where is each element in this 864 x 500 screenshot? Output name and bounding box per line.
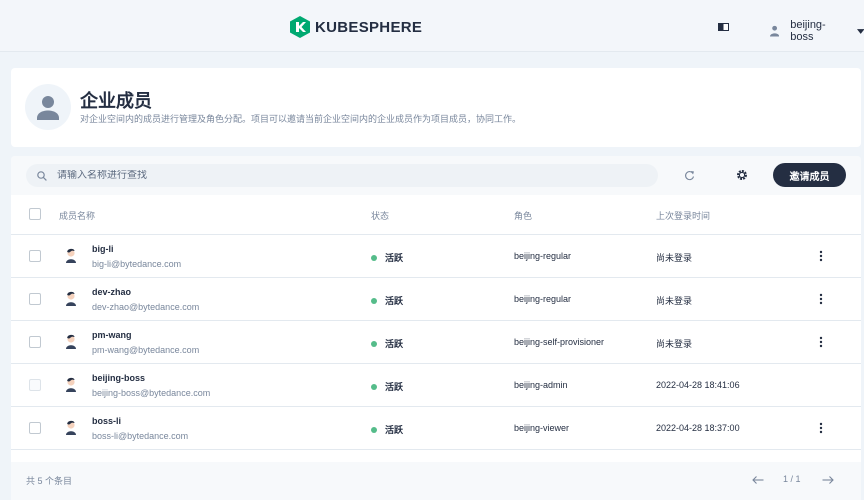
member-email: beijing-boss@bytedance.com — [92, 388, 211, 398]
member-name[interactable]: big-li — [92, 244, 114, 254]
table-toolbar: 邀请成员 — [11, 156, 861, 195]
member-name[interactable]: pm-wang — [92, 330, 132, 340]
refresh-icon[interactable] — [684, 170, 695, 181]
last-login-time: 尚未登录 — [656, 253, 693, 263]
row-checkbox[interactable] — [29, 250, 41, 262]
row-checkbox-disabled — [29, 379, 41, 391]
last-login-time: 2022-04-28 18:41:06 — [656, 380, 740, 390]
status-badge: 活跃 — [371, 294, 403, 307]
select-all-checkbox[interactable] — [29, 208, 41, 220]
page-indicator: 1 / 1 — [783, 474, 801, 484]
status-badge: 活跃 — [371, 380, 403, 393]
table-footer: 共 5 个条目 1 / 1 — [11, 462, 861, 500]
member-email: big-li@bytedance.com — [92, 259, 182, 269]
table-row: big-li big-li@bytedance.com 活跃 beijing-r… — [11, 235, 861, 278]
invite-member-button[interactable]: 邀请成员 — [773, 163, 846, 187]
row-checkbox[interactable] — [29, 336, 41, 348]
column-header-role[interactable]: 角色 — [514, 209, 532, 222]
kubesphere-logo[interactable]: KUBESPHERE — [290, 16, 422, 38]
search-box[interactable] — [26, 164, 658, 187]
status-text: 活跃 — [385, 425, 404, 435]
total-count: 共 5 个条目 — [26, 476, 73, 486]
status-dot-icon — [371, 340, 377, 347]
status-text: 活跃 — [385, 382, 404, 392]
last-login-time: 2022-04-28 18:37:00 — [656, 423, 740, 433]
row-checkbox[interactable] — [29, 293, 41, 305]
status-text: 活跃 — [385, 253, 404, 263]
user-avatar-icon — [66, 334, 76, 349]
member-email: pm-wang@bytedance.com — [92, 345, 200, 355]
top-navigation-bar: KUBESPHERE beijing-boss — [0, 0, 864, 52]
last-login-time: 尚未登录 — [656, 339, 693, 349]
table-row: beijing-boss beijing-boss@bytedance.com … — [11, 364, 861, 407]
status-dot-icon — [371, 254, 377, 261]
user-avatar-icon — [66, 291, 76, 306]
member-name[interactable]: beijing-boss — [92, 373, 145, 383]
member-email: boss-li@bytedance.com — [92, 431, 189, 441]
member-role: beijing-admin — [514, 380, 568, 390]
more-vertical-icon[interactable] — [817, 249, 825, 263]
member-role: beijing-self-provisioner — [514, 337, 605, 347]
table-row: boss-li boss-li@bytedance.com 活跃 beijing… — [11, 407, 861, 450]
arrow-right-icon[interactable] — [822, 475, 834, 485]
members-table-card: 邀请成员 成员名称 状态 角色 上次登录时间 big-li big-li@byt… — [11, 156, 861, 500]
member-name[interactable]: boss-li — [92, 416, 121, 426]
status-dot-icon — [371, 383, 377, 390]
member-name[interactable]: dev-zhao — [92, 287, 131, 297]
user-name: beijing-boss — [790, 19, 826, 43]
logo-text: KUBESPHERE — [315, 18, 423, 36]
last-login-time: 尚未登录 — [656, 296, 693, 306]
row-checkbox[interactable] — [29, 422, 41, 434]
column-header-status[interactable]: 状态 — [371, 209, 389, 222]
more-vertical-icon[interactable] — [817, 421, 825, 435]
user-menu[interactable]: beijing-boss — [770, 19, 864, 43]
documentation-icon[interactable] — [718, 23, 729, 31]
members-avatar-icon — [25, 84, 71, 130]
status-text: 活跃 — [385, 296, 404, 306]
search-input[interactable] — [57, 170, 617, 181]
arrow-left-icon[interactable] — [752, 475, 764, 485]
gear-icon[interactable] — [736, 169, 748, 181]
page-description: 对企业空间内的成员进行管理及角色分配。项目可以邀请当前企业空间内的企业成员作为项… — [80, 114, 522, 124]
member-email: dev-zhao@bytedance.com — [92, 302, 200, 312]
column-header-name[interactable]: 成员名称 — [59, 209, 95, 222]
status-dot-icon — [371, 426, 377, 433]
column-header-last-login[interactable]: 上次登录时间 — [656, 209, 710, 222]
page-title: 企业成员 — [80, 91, 152, 111]
status-dot-icon — [371, 297, 377, 304]
user-avatar-icon — [66, 248, 76, 263]
more-vertical-icon[interactable] — [817, 292, 825, 306]
table-row: pm-wang pm-wang@bytedance.com 活跃 beijing… — [11, 321, 861, 364]
member-role: beijing-regular — [514, 294, 572, 304]
chevron-down-icon — [856, 28, 864, 34]
user-avatar-icon — [66, 377, 76, 392]
more-vertical-icon[interactable] — [817, 335, 825, 349]
user-avatar-icon — [66, 420, 76, 435]
member-role: beijing-viewer — [514, 423, 570, 433]
status-badge: 活跃 — [371, 251, 403, 264]
status-badge: 活跃 — [371, 423, 403, 436]
status-badge: 活跃 — [371, 337, 403, 350]
page-banner: 企业成员 对企业空间内的成员进行管理及角色分配。项目可以邀请当前企业空间内的企业… — [11, 68, 861, 147]
kubesphere-logo-icon — [290, 16, 310, 38]
table-row: dev-zhao dev-zhao@bytedance.com 活跃 beiji… — [11, 278, 861, 321]
search-icon — [37, 170, 47, 181]
member-role: beijing-regular — [514, 251, 572, 261]
status-text: 活跃 — [385, 339, 404, 349]
user-icon — [770, 25, 780, 37]
table-header: 成员名称 状态 角色 上次登录时间 — [11, 195, 861, 235]
